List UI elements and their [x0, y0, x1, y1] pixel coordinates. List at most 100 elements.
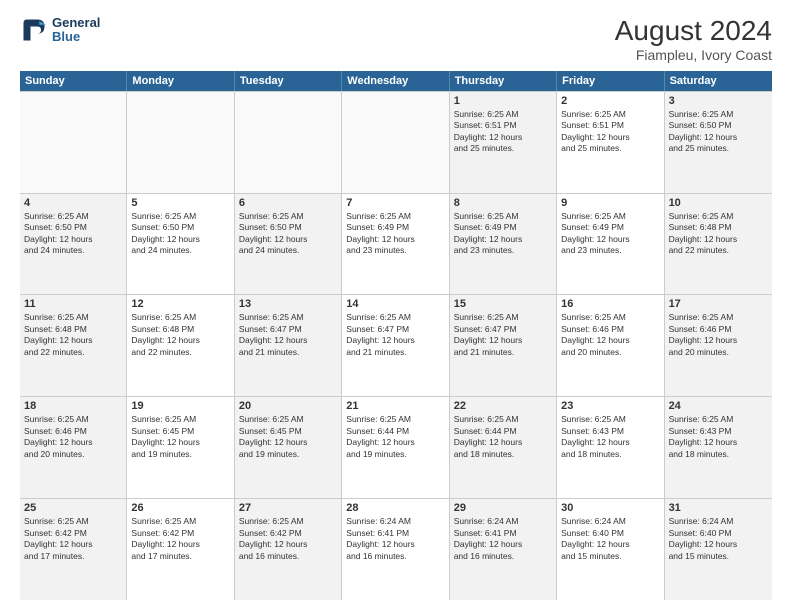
cal-cell-16: 16Sunrise: 6:25 AM Sunset: 6:46 PM Dayli… [557, 295, 664, 396]
cell-info: Sunrise: 6:24 AM Sunset: 6:40 PM Dayligh… [561, 516, 659, 562]
week-row-2: 4Sunrise: 6:25 AM Sunset: 6:50 PM Daylig… [20, 194, 772, 296]
cal-cell-18: 18 Sunrise: 6:25 AM Sunset: 6:46 PM Dayli… [20, 397, 127, 498]
cell-info: Sunrise: 6:25 AM Sunset: 6:45 PM Dayligh… [239, 414, 337, 460]
cal-cell-25: 25 Sunrise: 6:25 AM Sunset: 6:42 PM Dayli… [20, 499, 127, 600]
day-number: 3 [669, 95, 768, 107]
day-number: 22 [454, 400, 552, 412]
day-number: 23 [561, 400, 659, 412]
cell-info: Sunrise: 6:25 AM Sunset: 6:46 PM Dayligh… [561, 312, 659, 358]
day-number: 9 [561, 197, 659, 209]
cell-info: Sunrise: 6:25 AM Sunset: 6:49 PM Dayligh… [561, 211, 659, 257]
cell-info: Sunrise: 6:25 AM Sunset: 6:48 PM Dayligh… [669, 211, 768, 257]
day-number: 8 [454, 197, 552, 209]
day-number: 31 [669, 502, 768, 514]
cell-info: Sunrise: 6:25 AM Sunset: 6:42 PM Dayligh… [24, 516, 122, 562]
cal-cell-8: 8 Sunrise: 6:25 AM Sunset: 6:49 PM Daylig… [450, 194, 557, 295]
day-number: 14 [346, 298, 444, 310]
day-number: 15 [454, 298, 552, 310]
header: General Blue August 2024 Fiampleu, Ivory… [20, 16, 772, 63]
day-number: 18 [24, 400, 122, 412]
day-number: 1 [454, 95, 552, 107]
cal-cell-6: 6 Sunrise: 6:25 AM Sunset: 6:50 PM Daylig… [235, 194, 342, 295]
cell-info: Sunrise: 6:25 AM Sunset: 6:42 PM Dayligh… [239, 516, 337, 562]
cal-cell-9: 9 Sunrise: 6:25 AM Sunset: 6:49 PM Daylig… [557, 194, 664, 295]
cell-info: Sunrise: 6:25 AM Sunset: 6:49 PM Dayligh… [346, 211, 444, 257]
cal-cell-24: 24 Sunrise: 6:25 AM Sunset: 6:43 PM Dayli… [665, 397, 772, 498]
cal-cell-21: 21 Sunrise: 6:25 AM Sunset: 6:44 PM Dayli… [342, 397, 449, 498]
cal-cell-empty [342, 92, 449, 193]
cal-cell-empty [127, 92, 234, 193]
cal-cell-13: 13 Sunrise: 6:25 AM Sunset: 6:47 PM Dayli… [235, 295, 342, 396]
cell-info: Sunrise: 6:25 AM Sunset: 6:43 PM Dayligh… [561, 414, 659, 460]
cell-info: Sunrise: 6:25 AM Sunset: 6:50 PM Dayligh… [131, 211, 229, 257]
header-cell-wednesday: Wednesday [342, 71, 449, 91]
cal-cell-28: 28 Sunrise: 6:24 AM Sunset: 6:41 PM Dayli… [342, 499, 449, 600]
day-number: 6 [239, 197, 337, 209]
day-number: 27 [239, 502, 337, 514]
day-number: 28 [346, 502, 444, 514]
calendar-title: August 2024 [615, 16, 772, 47]
cell-info: Sunrise: 6:24 AM Sunset: 6:41 PM Dayligh… [454, 516, 552, 562]
day-number: 10 [669, 197, 768, 209]
cal-cell-30: 30Sunrise: 6:24 AM Sunset: 6:40 PM Dayli… [557, 499, 664, 600]
cell-info: Sunrise: 6:25 AM Sunset: 6:44 PM Dayligh… [454, 414, 552, 460]
header-cell-sunday: Sunday [20, 71, 127, 91]
day-number: 20 [239, 400, 337, 412]
cal-cell-20: 20 Sunrise: 6:25 AM Sunset: 6:45 PM Dayli… [235, 397, 342, 498]
cell-info: Sunrise: 6:24 AM Sunset: 6:41 PM Dayligh… [346, 516, 444, 562]
cal-cell-empty [235, 92, 342, 193]
cal-cell-empty [20, 92, 127, 193]
logo-line1: General [52, 16, 100, 30]
day-number: 26 [131, 502, 229, 514]
cell-info: Sunrise: 6:25 AM Sunset: 6:47 PM Dayligh… [239, 312, 337, 358]
day-number: 17 [669, 298, 768, 310]
cell-info: Sunrise: 6:24 AM Sunset: 6:40 PM Dayligh… [669, 516, 768, 562]
cal-cell-1: 1Sunrise: 6:25 AM Sunset: 6:51 PM Daylig… [450, 92, 557, 193]
header-cell-saturday: Saturday [665, 71, 772, 91]
cal-cell-3: 3 Sunrise: 6:25 AM Sunset: 6:50 PM Daylig… [665, 92, 772, 193]
calendar: SundayMondayTuesdayWednesdayThursdayFrid… [20, 71, 772, 600]
cell-info: Sunrise: 6:25 AM Sunset: 6:50 PM Dayligh… [669, 109, 768, 155]
cell-info: Sunrise: 6:25 AM Sunset: 6:48 PM Dayligh… [24, 312, 122, 358]
cal-cell-11: 11 Sunrise: 6:25 AM Sunset: 6:48 PM Dayli… [20, 295, 127, 396]
week-row-3: 11 Sunrise: 6:25 AM Sunset: 6:48 PM Dayli… [20, 295, 772, 397]
cal-cell-10: 10 Sunrise: 6:25 AM Sunset: 6:48 PM Dayli… [665, 194, 772, 295]
cal-cell-7: 7Sunrise: 6:25 AM Sunset: 6:49 PM Daylig… [342, 194, 449, 295]
cal-cell-14: 14 Sunrise: 6:25 AM Sunset: 6:47 PM Dayli… [342, 295, 449, 396]
calendar-header: SundayMondayTuesdayWednesdayThursdayFrid… [20, 71, 772, 91]
cell-info: Sunrise: 6:25 AM Sunset: 6:44 PM Dayligh… [346, 414, 444, 460]
cell-info: Sunrise: 6:25 AM Sunset: 6:43 PM Dayligh… [669, 414, 768, 460]
logo-text: General Blue [52, 16, 100, 45]
day-number: 11 [24, 298, 122, 310]
day-number: 19 [131, 400, 229, 412]
cell-info: Sunrise: 6:25 AM Sunset: 6:46 PM Dayligh… [24, 414, 122, 460]
day-number: 12 [131, 298, 229, 310]
day-number: 25 [24, 502, 122, 514]
cell-info: Sunrise: 6:25 AM Sunset: 6:47 PM Dayligh… [346, 312, 444, 358]
cal-cell-4: 4Sunrise: 6:25 AM Sunset: 6:50 PM Daylig… [20, 194, 127, 295]
day-number: 21 [346, 400, 444, 412]
day-number: 2 [561, 95, 659, 107]
header-cell-monday: Monday [127, 71, 234, 91]
cell-info: Sunrise: 6:25 AM Sunset: 6:50 PM Dayligh… [24, 211, 122, 257]
day-number: 5 [131, 197, 229, 209]
week-row-5: 25 Sunrise: 6:25 AM Sunset: 6:42 PM Dayli… [20, 499, 772, 600]
header-cell-tuesday: Tuesday [235, 71, 342, 91]
week-row-1: 1 Sunrise: 6:25 AM Sunset: 6:51 PM Daylig… [20, 92, 772, 194]
cell-info: Sunrise: 6:25 AM Sunset: 6:49 PM Dayligh… [454, 211, 552, 257]
calendar-body: 1 Sunrise: 6:25 AM Sunset: 6:51 PM Daylig… [20, 91, 772, 600]
cal-cell-23: 23 Sunrise: 6:25 AM Sunset: 6:43 PM Dayli… [557, 397, 664, 498]
cell-info: Sunrise: 6:25 AM Sunset: 6:45 PM Dayligh… [131, 414, 229, 460]
day-number: 24 [669, 400, 768, 412]
day-number: 13 [239, 298, 337, 310]
cal-cell-26: 26Sunrise: 6:25 AM Sunset: 6:42 PM Dayli… [127, 499, 234, 600]
day-number: 29 [454, 502, 552, 514]
week-row-4: 18 Sunrise: 6:25 AM Sunset: 6:46 PM Dayli… [20, 397, 772, 499]
page: General Blue August 2024 Fiampleu, Ivory… [0, 0, 792, 612]
cell-info: Sunrise: 6:25 AM Sunset: 6:51 PM Dayligh… [561, 109, 659, 155]
cell-info: Sunrise: 6:25 AM Sunset: 6:48 PM Dayligh… [131, 312, 229, 358]
cal-cell-12: 12 Sunrise: 6:25 AM Sunset: 6:48 PM Dayli… [127, 295, 234, 396]
header-cell-friday: Friday [557, 71, 664, 91]
cal-cell-5: 5 Sunrise: 6:25 AM Sunset: 6:50 PM Daylig… [127, 194, 234, 295]
cell-info: Sunrise: 6:25 AM Sunset: 6:50 PM Dayligh… [239, 211, 337, 257]
